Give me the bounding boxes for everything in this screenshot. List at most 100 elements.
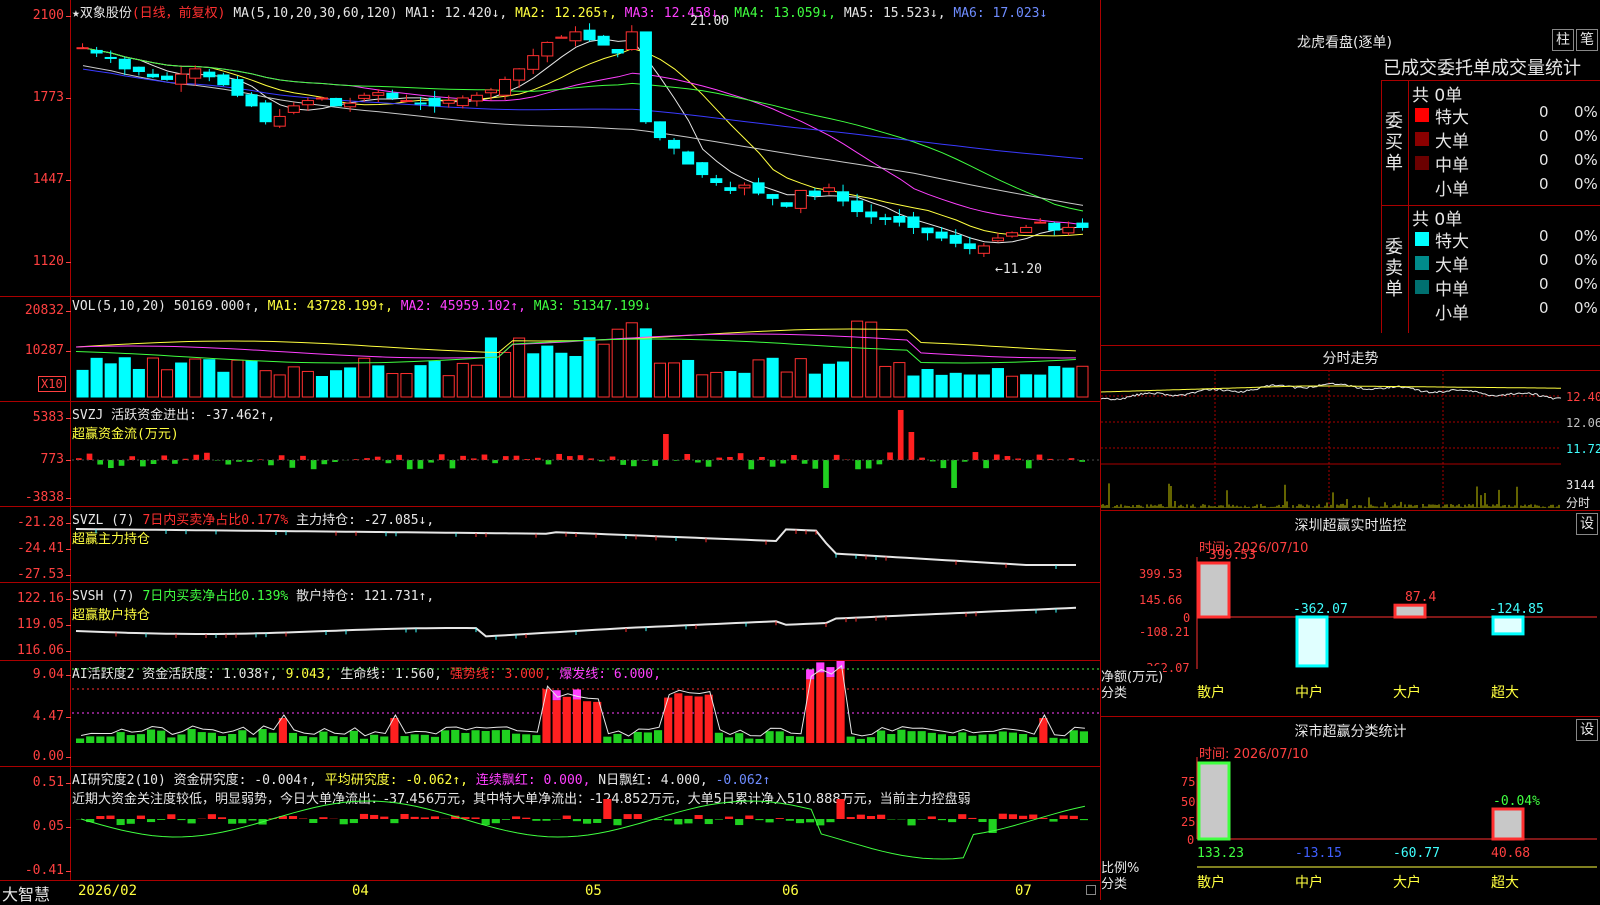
class-chart[interactable]: -0.04%133.23散户-13.15中户-60.77大户40.68超大 xyxy=(1101,717,1600,900)
volume-bar xyxy=(823,364,834,397)
research-bar xyxy=(634,814,642,819)
volume-bar xyxy=(908,376,919,397)
flow-bar xyxy=(887,452,893,460)
candlestick-chart[interactable] xyxy=(0,0,1100,296)
svzj-panel[interactable]: 5383 773 -3838 SVZJ 活跃资金进出: -37.462↑, 超赢… xyxy=(0,402,1100,507)
activity-bar xyxy=(76,739,84,743)
flow-bar xyxy=(738,453,744,460)
candle-body xyxy=(1007,233,1018,236)
activity-bar xyxy=(350,731,358,743)
row-label: 中单 xyxy=(1435,151,1469,176)
research-bar xyxy=(1049,819,1057,822)
research-bar xyxy=(948,819,956,822)
flow-bar xyxy=(300,456,306,460)
ratio-bar xyxy=(1199,763,1229,839)
research-bar xyxy=(776,818,784,819)
volume-bar xyxy=(880,366,891,397)
bar-mode-button[interactable]: 柱 xyxy=(1552,29,1574,51)
date-label: 04 xyxy=(352,883,369,899)
candle-body xyxy=(373,93,384,96)
bar-value: 40.68 xyxy=(1491,846,1530,861)
ai-activity-panel[interactable]: 9.04 4.47 0.00 AI活跃度2 资金活跃度: 1.038↑, 9.0… xyxy=(0,661,1100,767)
flow-bar xyxy=(482,455,488,460)
svsh-panel[interactable]: 122.16 119.05 116.06 SVSH (7) 7日内买卖净占比0.… xyxy=(0,583,1100,661)
volume-bar xyxy=(936,375,947,397)
ai-research-panel[interactable]: 0.51 0.05 -0.41 AI研究度2(10) 资金研究度: -0.004… xyxy=(0,767,1100,880)
candle-body xyxy=(866,212,877,217)
flow-bar xyxy=(396,455,402,460)
activity-bar xyxy=(471,730,479,743)
monitor-panel: 深圳超赢实时监控 设 时间: 2026/07/10 399.53 145.66 … xyxy=(1101,511,1600,717)
research-bar xyxy=(938,819,946,820)
price-panel[interactable]: 2100 1773 1447 1120 ★双象股份(日线，前复权) MA(5,1… xyxy=(0,0,1100,297)
activity-bar xyxy=(167,737,175,743)
flow-bar xyxy=(161,455,167,460)
fenshi-chart[interactable] xyxy=(1101,346,1600,510)
volume-bar xyxy=(894,363,905,397)
volume-bar xyxy=(1035,375,1046,397)
ai-activity-chart[interactable] xyxy=(0,661,1100,766)
tick-mode-button[interactable]: 笔 xyxy=(1576,29,1598,51)
activity-bar xyxy=(360,739,368,743)
research-bar xyxy=(350,819,358,823)
research-bar xyxy=(1070,816,1078,819)
activity-bar xyxy=(218,736,226,743)
candle-body xyxy=(176,74,187,84)
lhb-tabs[interactable]: 已成交委托单成交量统计 xyxy=(1383,54,1581,80)
candle-body xyxy=(359,95,370,98)
lock-icon[interactable] xyxy=(1086,885,1096,895)
date-axis: 大智慧 2026/02 04 05 06 07 xyxy=(0,880,1100,901)
volume-bar xyxy=(373,366,384,397)
volume-bar xyxy=(584,338,595,397)
flow-bar xyxy=(620,460,626,465)
candle-body xyxy=(218,75,229,85)
activity-bar xyxy=(1060,739,1068,743)
research-bar xyxy=(411,817,419,819)
activity-bar xyxy=(289,733,297,743)
lhb-row: 大单00% xyxy=(1409,251,1600,275)
activity-bar xyxy=(583,701,591,743)
candle-body xyxy=(852,201,863,212)
volume-bar xyxy=(260,371,271,397)
svsh-chart[interactable] xyxy=(0,583,1100,660)
monitor-chart[interactable]: 399.53散户-362.07中户87.4大户-124.85超大 xyxy=(1101,511,1600,716)
burst-cap xyxy=(806,669,814,679)
svzj-chart[interactable] xyxy=(0,402,1100,506)
lhb-title: 龙虎看盘(逐单) xyxy=(1297,32,1392,52)
research-bar xyxy=(147,819,155,822)
flow-bar xyxy=(812,460,818,469)
flow-bar xyxy=(321,460,327,464)
fenshi-panel[interactable]: 分时走势 12.40 12.06 11.72 3144 分时 xyxy=(1101,346,1600,511)
volume-bar xyxy=(359,358,370,397)
activity-bar xyxy=(421,735,429,743)
ai-research-chart[interactable] xyxy=(0,767,1100,880)
volume-bar xyxy=(331,371,342,397)
volume-bar xyxy=(288,367,299,397)
activity-bar xyxy=(228,734,236,743)
color-swatch xyxy=(1415,132,1429,146)
research-bar xyxy=(390,819,398,823)
lhb-row: 中单00% xyxy=(1409,275,1600,299)
flow-bar xyxy=(108,460,114,468)
candle-body xyxy=(147,74,158,76)
research-bar xyxy=(522,818,530,819)
candle-body xyxy=(809,191,820,196)
svzl-chart[interactable] xyxy=(0,507,1100,582)
volume-bar xyxy=(542,346,553,397)
svzl-panel[interactable]: -21.28 -24.41 -27.53 SVZL (7) 7日内买卖净占比0.… xyxy=(0,507,1100,583)
research-bar xyxy=(177,819,185,820)
volume-panel[interactable]: 20832 10287 X10 VOL(5,10,20) 50169.000↑,… xyxy=(0,297,1100,402)
activity-bar xyxy=(999,731,1007,743)
flow-bar xyxy=(1037,455,1043,460)
candle-body xyxy=(598,36,609,45)
candle-body xyxy=(1063,227,1074,232)
flow-bar xyxy=(140,460,146,466)
volume-chart[interactable] xyxy=(0,297,1100,401)
candle-body xyxy=(626,32,637,50)
bar-value: 87.4 xyxy=(1405,590,1436,605)
research-bar xyxy=(208,814,216,819)
volume-bar xyxy=(950,373,961,397)
candle-body xyxy=(978,246,989,253)
flow-bar xyxy=(460,456,466,460)
activity-bar xyxy=(1029,737,1037,743)
